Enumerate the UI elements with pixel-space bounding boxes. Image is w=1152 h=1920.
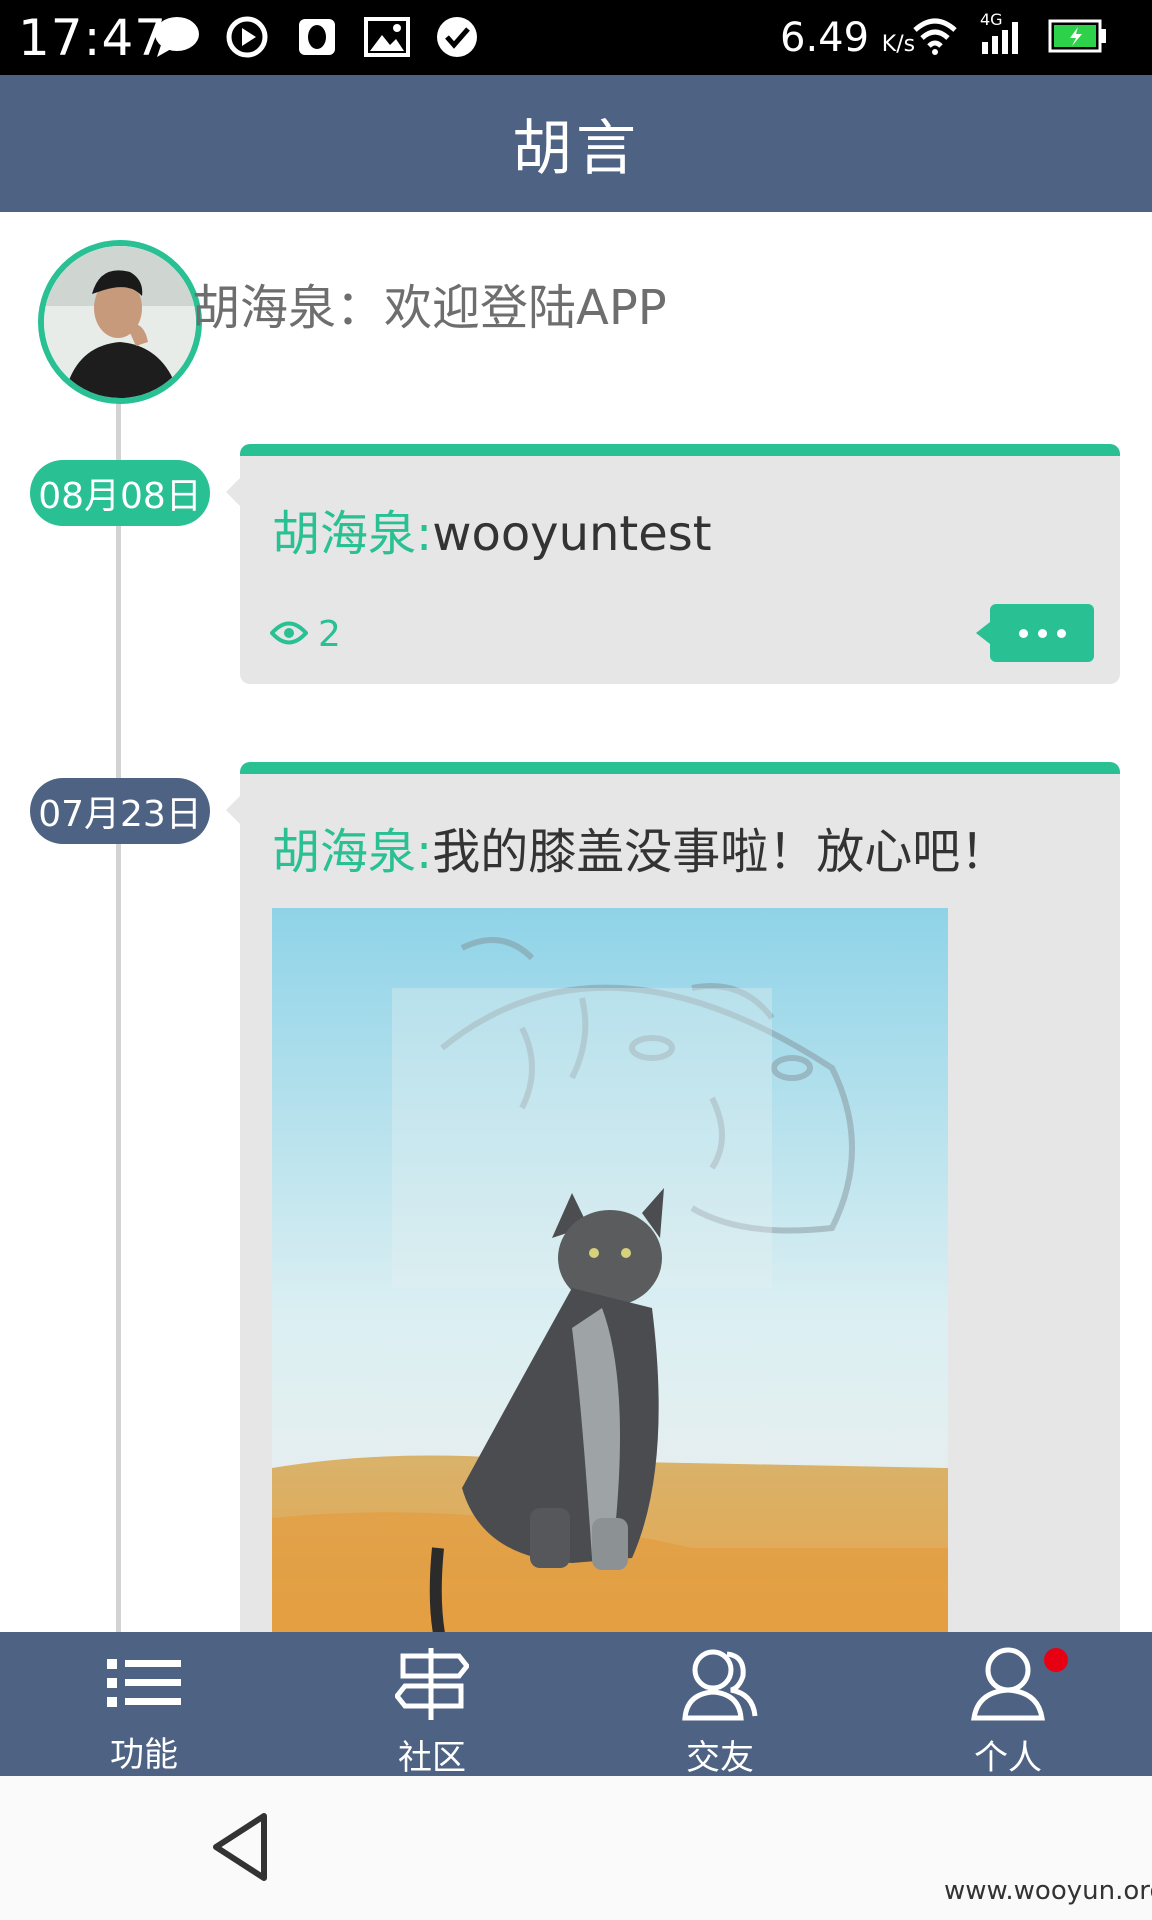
nav-label: 个人 — [974, 1738, 1042, 1778]
post-text: 胡海泉:wooyuntest — [272, 494, 712, 564]
list-icon — [104, 1646, 184, 1719]
signal-icon: 4G — [980, 10, 1026, 60]
more-dot — [1056, 628, 1066, 638]
check-circle-icon — [432, 12, 482, 62]
post-card[interactable]: 胡海泉:wooyuntest 2 — [226, 444, 1120, 684]
post-text: 胡海泉:我的膝盖没事啦！放心吧！ — [272, 812, 1008, 882]
bottom-navigation: 功能 社区 交友 个人 — [0, 1632, 1152, 1778]
page-title: 胡言 — [512, 114, 640, 184]
person-icon — [968, 1646, 1048, 1722]
more-options-button[interactable] — [976, 604, 1094, 662]
wifi-icon — [912, 16, 958, 60]
qq-penguin-icon — [292, 12, 342, 62]
more-dot — [1018, 628, 1028, 638]
view-count: 2 — [269, 614, 341, 655]
message-icon — [152, 12, 202, 62]
nav-label: 功能 — [110, 1735, 178, 1775]
network-type: 4G — [980, 9, 1003, 29]
watermark: www.wooyun.org — [944, 1876, 1152, 1906]
avatar[interactable] — [38, 240, 202, 404]
nav-label: 交友 — [686, 1738, 754, 1778]
post-author[interactable]: 胡海泉: — [272, 824, 432, 880]
nav-functions[interactable]: 功能 — [0, 1632, 288, 1776]
post-body: 我的膝盖没事啦！放心吧！ — [432, 824, 1009, 880]
post-author[interactable]: 胡海泉: — [272, 506, 432, 562]
post-date: 08月08日 — [30, 460, 210, 526]
back-icon[interactable] — [210, 1812, 270, 1882]
network-speed: 6.49 K/s — [780, 14, 915, 69]
post-image[interactable] — [272, 908, 948, 1632]
eye-icon — [269, 614, 309, 655]
status-bar: 17:47 6.49 K/s 4G — [0, 0, 1152, 75]
battery-charging-icon — [1048, 19, 1108, 57]
nav-label: 社区 — [398, 1738, 466, 1778]
signpost-icon — [392, 1646, 472, 1722]
card-pointer — [226, 478, 240, 506]
system-status-icons: 4G — [912, 10, 1108, 65]
more-dot — [1037, 628, 1047, 638]
welcome-text: 胡海泉：欢迎登陆APP — [192, 280, 667, 336]
timeline-content[interactable]: 胡海泉：欢迎登陆APP 08月08日 胡海泉:wooyuntest 2 07月2… — [0, 212, 1152, 1632]
friends-icon — [680, 1646, 760, 1722]
post-body: wooyuntest — [432, 506, 712, 562]
card-pointer — [226, 796, 240, 824]
image-icon — [362, 12, 412, 62]
speed-value: 6.49 — [780, 15, 870, 61]
speed-unit: K/s — [881, 32, 916, 57]
timeline-line — [116, 392, 121, 1632]
play-circle-icon — [222, 12, 272, 62]
status-time: 17:47 — [18, 9, 168, 67]
post-card[interactable]: 胡海泉:我的膝盖没事啦！放心吧！ — [226, 762, 1120, 1632]
notification-badge — [1044, 1648, 1068, 1672]
nav-friends[interactable]: 交友 — [576, 1632, 864, 1778]
profile-header — [38, 240, 202, 404]
post-date: 07月23日 — [30, 778, 210, 844]
title-bar: 胡言 — [0, 75, 1152, 212]
nav-personal[interactable]: 个人 — [864, 1632, 1152, 1778]
button-pointer — [976, 622, 990, 644]
nav-community[interactable]: 社区 — [288, 1632, 576, 1778]
view-count-value: 2 — [318, 614, 341, 655]
notification-icons — [152, 12, 482, 62]
